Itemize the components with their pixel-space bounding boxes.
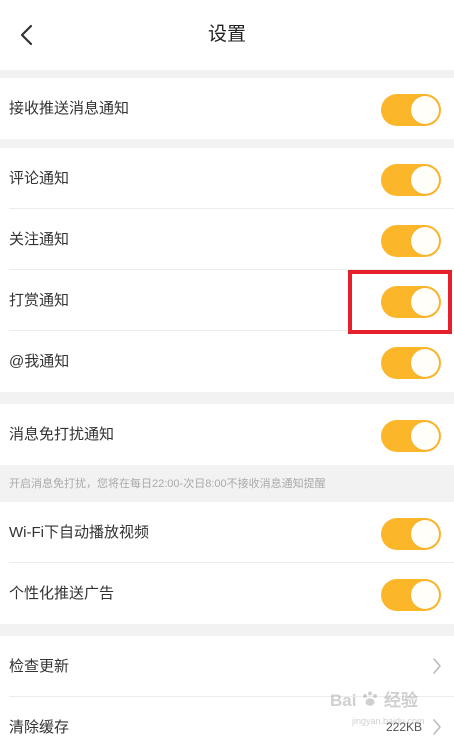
- setting-label: 检查更新: [9, 658, 70, 675]
- push-notifications-toggle[interactable]: [381, 94, 441, 126]
- toggle-knob: [411, 520, 439, 548]
- mention-notify-toggle[interactable]: [381, 347, 441, 379]
- toggle-knob: [411, 96, 439, 124]
- chevron-right-icon: [433, 658, 441, 674]
- toggle-knob: [411, 581, 439, 609]
- media-ads-group: Wi-Fi下自动播放视频 个性化推送广告: [0, 502, 454, 624]
- comment-notify-row: 评论通知: [0, 148, 454, 209]
- wifi-autoplay-toggle[interactable]: [381, 518, 441, 550]
- setting-label: 打赏通知: [9, 292, 70, 309]
- follow-notify-row: 关注通知: [0, 209, 454, 270]
- do-not-disturb-group: 消息免打扰通知: [0, 404, 454, 465]
- setting-label: 评论通知: [9, 170, 70, 187]
- push-settings-group: 接收推送消息通知: [0, 78, 454, 139]
- toggle-knob: [411, 166, 439, 194]
- setting-label: Wi-Fi下自动播放视频: [9, 524, 149, 541]
- setting-label: 关注通知: [9, 231, 70, 248]
- personalized-ads-toggle[interactable]: [381, 579, 441, 611]
- app-header: 设置: [0, 0, 454, 70]
- page-title: 设置: [207, 24, 246, 45]
- toggle-knob: [411, 227, 439, 255]
- setting-label: 接收推送消息通知: [9, 100, 130, 117]
- toggle-knob: [411, 349, 439, 377]
- watermark-subtext: jingyan.baidu.com: [352, 716, 425, 726]
- personalized-ads-row: 个性化推送广告: [0, 563, 454, 624]
- baidu-watermark: Bai 经验 jingyan.baidu.com: [330, 686, 450, 736]
- dnd-toggle[interactable]: [381, 420, 441, 452]
- dnd-hint-text: 开启消息免打扰，您将在每日22:00-次日8:00不接收消息通知提醒: [9, 478, 326, 490]
- setting-label: 个性化推送广告: [9, 585, 115, 602]
- dnd-row: 消息免打扰通知: [0, 404, 454, 465]
- mention-notify-row: @我通知: [0, 331, 454, 392]
- follow-notify-toggle[interactable]: [381, 225, 441, 257]
- comment-notify-toggle[interactable]: [381, 164, 441, 196]
- wifi-autoplay-row: Wi-Fi下自动播放视频: [0, 502, 454, 563]
- setting-label: 清除缓存: [9, 719, 70, 736]
- highlight-annotation-box: [348, 270, 452, 334]
- setting-label: 消息免打扰通知: [9, 426, 115, 443]
- toggle-knob: [411, 422, 439, 450]
- watermark-text: Bai: [330, 691, 357, 710]
- setting-label: @我通知: [9, 353, 70, 370]
- watermark-paw-text: 经验: [383, 691, 418, 710]
- paw-icon: [363, 691, 378, 706]
- push-notifications-row: 接收推送消息通知: [0, 78, 454, 139]
